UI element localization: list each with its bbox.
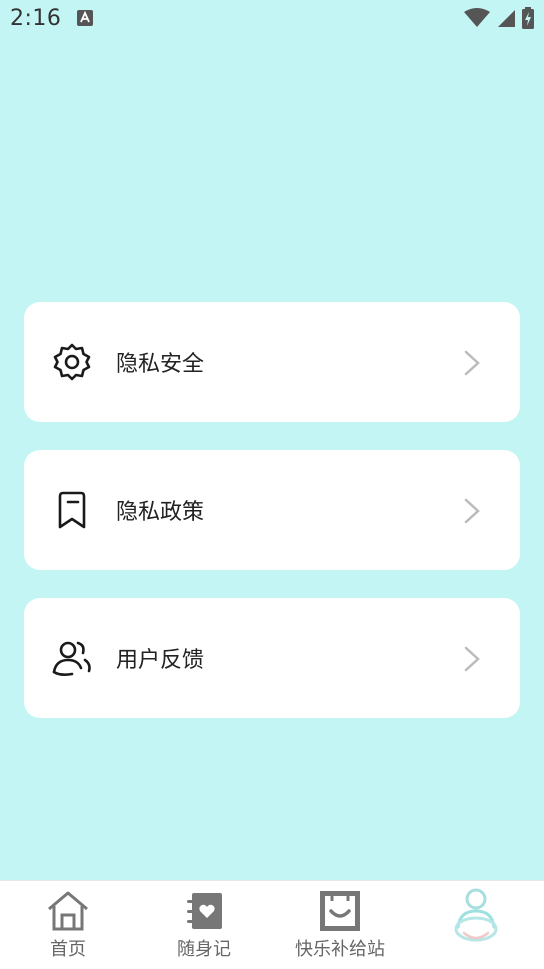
- menu-item-label: 用户反馈: [116, 648, 205, 673]
- battery-icon: [522, 7, 534, 29]
- tab-home[interactable]: 首页: [0, 881, 136, 969]
- tab-label: 快乐补给站: [295, 939, 385, 960]
- smile-box-icon: [320, 891, 360, 931]
- tab-happy-supply[interactable]: 快乐补给站: [272, 881, 408, 969]
- home-icon: [48, 891, 88, 931]
- gear-icon: [53, 343, 91, 381]
- chevron-right-icon: [464, 350, 480, 376]
- tab-notebook[interactable]: 随身记: [136, 881, 272, 969]
- tab-profile[interactable]: [408, 881, 544, 969]
- tab-label: 首页: [50, 939, 86, 960]
- chevron-right-icon: [464, 498, 480, 524]
- status-left: 2:16: [10, 5, 94, 31]
- bottom-tab-bar: 首页 随身记 快乐补给站: [0, 880, 544, 969]
- menu-item-privacy-policy[interactable]: 隐私政策: [24, 450, 520, 570]
- notebook-heart-icon: [187, 893, 222, 929]
- tab-label: 随身记: [177, 939, 231, 960]
- chevron-right-icon: [464, 646, 480, 672]
- status-time: 2:16: [10, 5, 62, 31]
- bookmark-icon: [58, 491, 86, 529]
- keyboard-notification-icon: [77, 10, 94, 26]
- status-right: [464, 7, 534, 29]
- signal-icon: [498, 10, 515, 27]
- users-icon: [52, 641, 91, 676]
- wifi-icon: [464, 8, 490, 27]
- menu-item-label: 隐私安全: [116, 352, 205, 377]
- status-bar: 2:16: [0, 0, 544, 36]
- menu-item-label: 隐私政策: [116, 500, 205, 525]
- menu-item-user-feedback[interactable]: 用户反馈: [24, 598, 520, 718]
- menu-item-privacy-security[interactable]: 隐私安全: [24, 302, 520, 422]
- profile-icon: [454, 888, 498, 942]
